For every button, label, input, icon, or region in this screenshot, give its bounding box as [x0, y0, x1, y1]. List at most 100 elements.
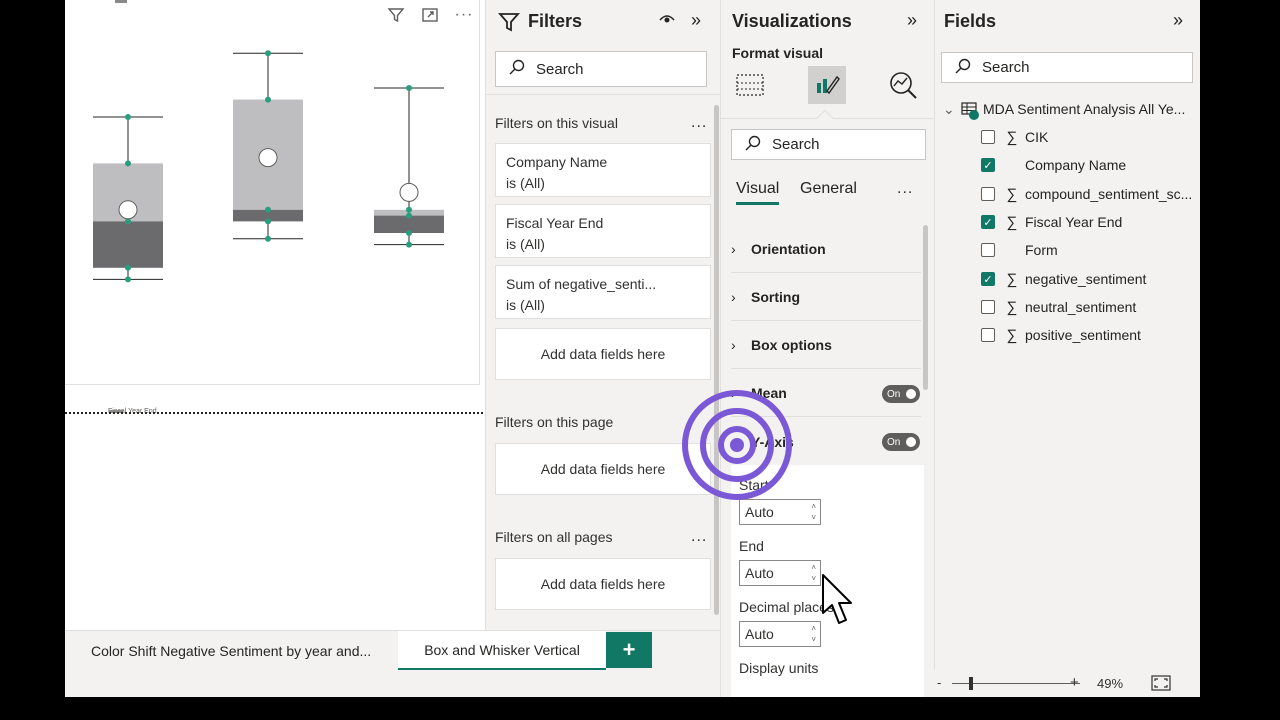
box-whisker-visual[interactable]: ··· 201920202021	[65, 0, 480, 385]
field-label: Company Name	[1025, 157, 1127, 173]
field-neutral-sentiment[interactable]: ∑ neutral_sentiment	[981, 296, 1136, 318]
tab-box-whisker[interactable]: Box and Whisker Vertical	[398, 631, 606, 671]
start-value: Auto	[745, 504, 774, 520]
report-canvas[interactable]: ··· 201920202021 Fiscal Year End	[65, 0, 485, 630]
add-data-fields-page[interactable]: Add data fields here	[495, 443, 711, 495]
chevron-down-icon[interactable]: ⌄	[943, 101, 957, 118]
click-indicator	[682, 390, 792, 500]
tab-visual[interactable]: Visual	[736, 180, 780, 205]
box-2020[interactable]	[233, 50, 303, 242]
start-input[interactable]: Auto ˄ ˅	[739, 499, 821, 525]
section-orientation[interactable]: › Orientation	[731, 231, 921, 267]
tab-color-shift[interactable]: Color Shift Negative Sentiment by year a…	[79, 631, 399, 671]
zoom-slider-thumb[interactable]	[969, 677, 973, 690]
filter-card-company-name[interactable]: Company Name is (All)	[495, 143, 711, 197]
checkbox[interactable]	[981, 328, 995, 342]
mean-toggle[interactable]: On	[882, 385, 920, 403]
filter-name: Sum of negative_senti...	[506, 276, 657, 292]
field-negative-sentiment[interactable]: ✓ ∑ negative_sentiment	[981, 268, 1146, 290]
decimal-places-input[interactable]: Auto ˄ ˅	[739, 621, 821, 647]
zoom-in-button[interactable]: +	[1070, 674, 1079, 691]
end-label: End	[739, 538, 764, 554]
checkbox[interactable]	[981, 243, 995, 257]
search-placeholder: Search	[536, 60, 584, 78]
format-visual-icon[interactable]	[808, 66, 846, 104]
spinner-icon[interactable]: ˄ ˅	[811, 501, 816, 523]
zoom-out-button[interactable]: -	[937, 675, 941, 690]
y-axis-toggle[interactable]: On	[882, 433, 920, 451]
field-label: CIK	[1025, 129, 1049, 145]
more-options-icon[interactable]: ...	[691, 114, 707, 132]
spinner-icon[interactable]: ˄ ˅	[811, 623, 816, 645]
add-page-button[interactable]: +	[606, 632, 652, 668]
add-data-fields-visual[interactable]: Add data fields here	[495, 328, 711, 380]
chevron-right-icon: ›	[731, 289, 736, 305]
filter-card-negative-sentiment[interactable]: Sum of negative_senti... is (All)	[495, 265, 711, 319]
data-point	[265, 96, 271, 103]
field-label: negative_sentiment	[1025, 271, 1147, 287]
section-sorting[interactable]: › Sorting	[731, 279, 921, 315]
field-cik[interactable]: ∑ CIK	[981, 126, 1048, 148]
sigma-icon: ∑	[1006, 213, 1018, 231]
funnel-icon	[498, 11, 520, 38]
more-options-icon[interactable]: ...	[691, 528, 707, 546]
fit-to-page-icon[interactable]	[1151, 675, 1171, 694]
search-placeholder: Search	[772, 136, 820, 153]
more-options-icon[interactable]: ...	[897, 180, 913, 198]
data-point	[406, 206, 412, 213]
fields-search[interactable]: Search	[941, 52, 1193, 83]
fields-title: Fields	[944, 11, 997, 31]
box-plot-area: 201920202021	[93, 50, 444, 283]
box-lower-quartile	[93, 221, 163, 268]
format-search[interactable]: Search	[731, 129, 926, 160]
collapse-visualizations-icon[interactable]: »	[907, 10, 917, 31]
filter-state: is (All)	[506, 175, 545, 191]
data-point	[125, 160, 131, 167]
field-company-name[interactable]: ✓ Company Name	[981, 154, 1126, 176]
zoom-level: 49%	[1097, 676, 1124, 691]
tab-label: Color Shift Negative Sentiment by year a…	[91, 643, 372, 659]
data-point	[406, 212, 412, 219]
screen-border	[1200, 0, 1280, 720]
collapse-fields-icon[interactable]: »	[1173, 10, 1183, 31]
visualizations-scrollbar[interactable]	[923, 225, 928, 390]
checkbox[interactable]	[981, 300, 995, 314]
end-input[interactable]: Auto ˄ ˅	[739, 560, 821, 586]
data-point	[265, 206, 271, 213]
box-2019[interactable]	[93, 114, 163, 283]
checkbox[interactable]	[981, 187, 995, 201]
filters-scrollbar[interactable]	[714, 105, 719, 615]
tab-general[interactable]: General	[800, 180, 857, 198]
filter-card-fiscal-year-end[interactable]: Fiscal Year End is (All)	[495, 204, 711, 258]
decimal-value: Auto	[745, 626, 774, 642]
table-mda-sentiment[interactable]: ⌄ MDA Sentiment Analysis All Ye...	[943, 98, 1185, 120]
checkbox-checked[interactable]: ✓	[981, 158, 995, 172]
checkbox-checked[interactable]: ✓	[981, 215, 995, 229]
mean-marker	[399, 182, 419, 202]
section-box-options[interactable]: › Box options	[731, 327, 921, 363]
filter-name: Fiscal Year End	[506, 215, 604, 231]
field-compound-sentiment[interactable]: ∑ compound_sentiment_sc...	[981, 183, 1192, 205]
filters-title: Filters	[528, 11, 583, 31]
table-name: MDA Sentiment Analysis All Ye...	[983, 101, 1186, 117]
spinner-icon[interactable]: ˄ ˅	[811, 562, 816, 584]
eye-icon[interactable]	[658, 10, 676, 33]
filters-search[interactable]: Search	[495, 51, 707, 87]
field-positive-sentiment[interactable]: ∑ positive_sentiment	[981, 324, 1141, 346]
collapse-filters-icon[interactable]: »	[691, 10, 701, 31]
checkbox[interactable]	[981, 130, 995, 144]
sigma-icon: ∑	[1006, 326, 1018, 344]
field-form[interactable]: Form	[981, 239, 1058, 261]
mean-marker	[118, 200, 138, 220]
analytics-icon[interactable]	[884, 66, 922, 104]
section-label: Box options	[751, 337, 832, 353]
data-point	[265, 50, 271, 57]
search-icon	[508, 58, 526, 80]
add-data-fields-all[interactable]: Add data fields here	[495, 558, 711, 610]
fields-pane: Fields » Search ⌄ MDA Sentiment Analysis…	[934, 0, 1200, 697]
checkbox-checked[interactable]: ✓	[981, 272, 995, 286]
field-fiscal-year-end[interactable]: ✓ ∑ Fiscal Year End	[981, 211, 1122, 233]
filters-on-visual-label: Filters on this visual	[495, 115, 618, 131]
box-2021[interactable]	[374, 85, 444, 248]
build-visual-icon[interactable]	[731, 66, 769, 104]
